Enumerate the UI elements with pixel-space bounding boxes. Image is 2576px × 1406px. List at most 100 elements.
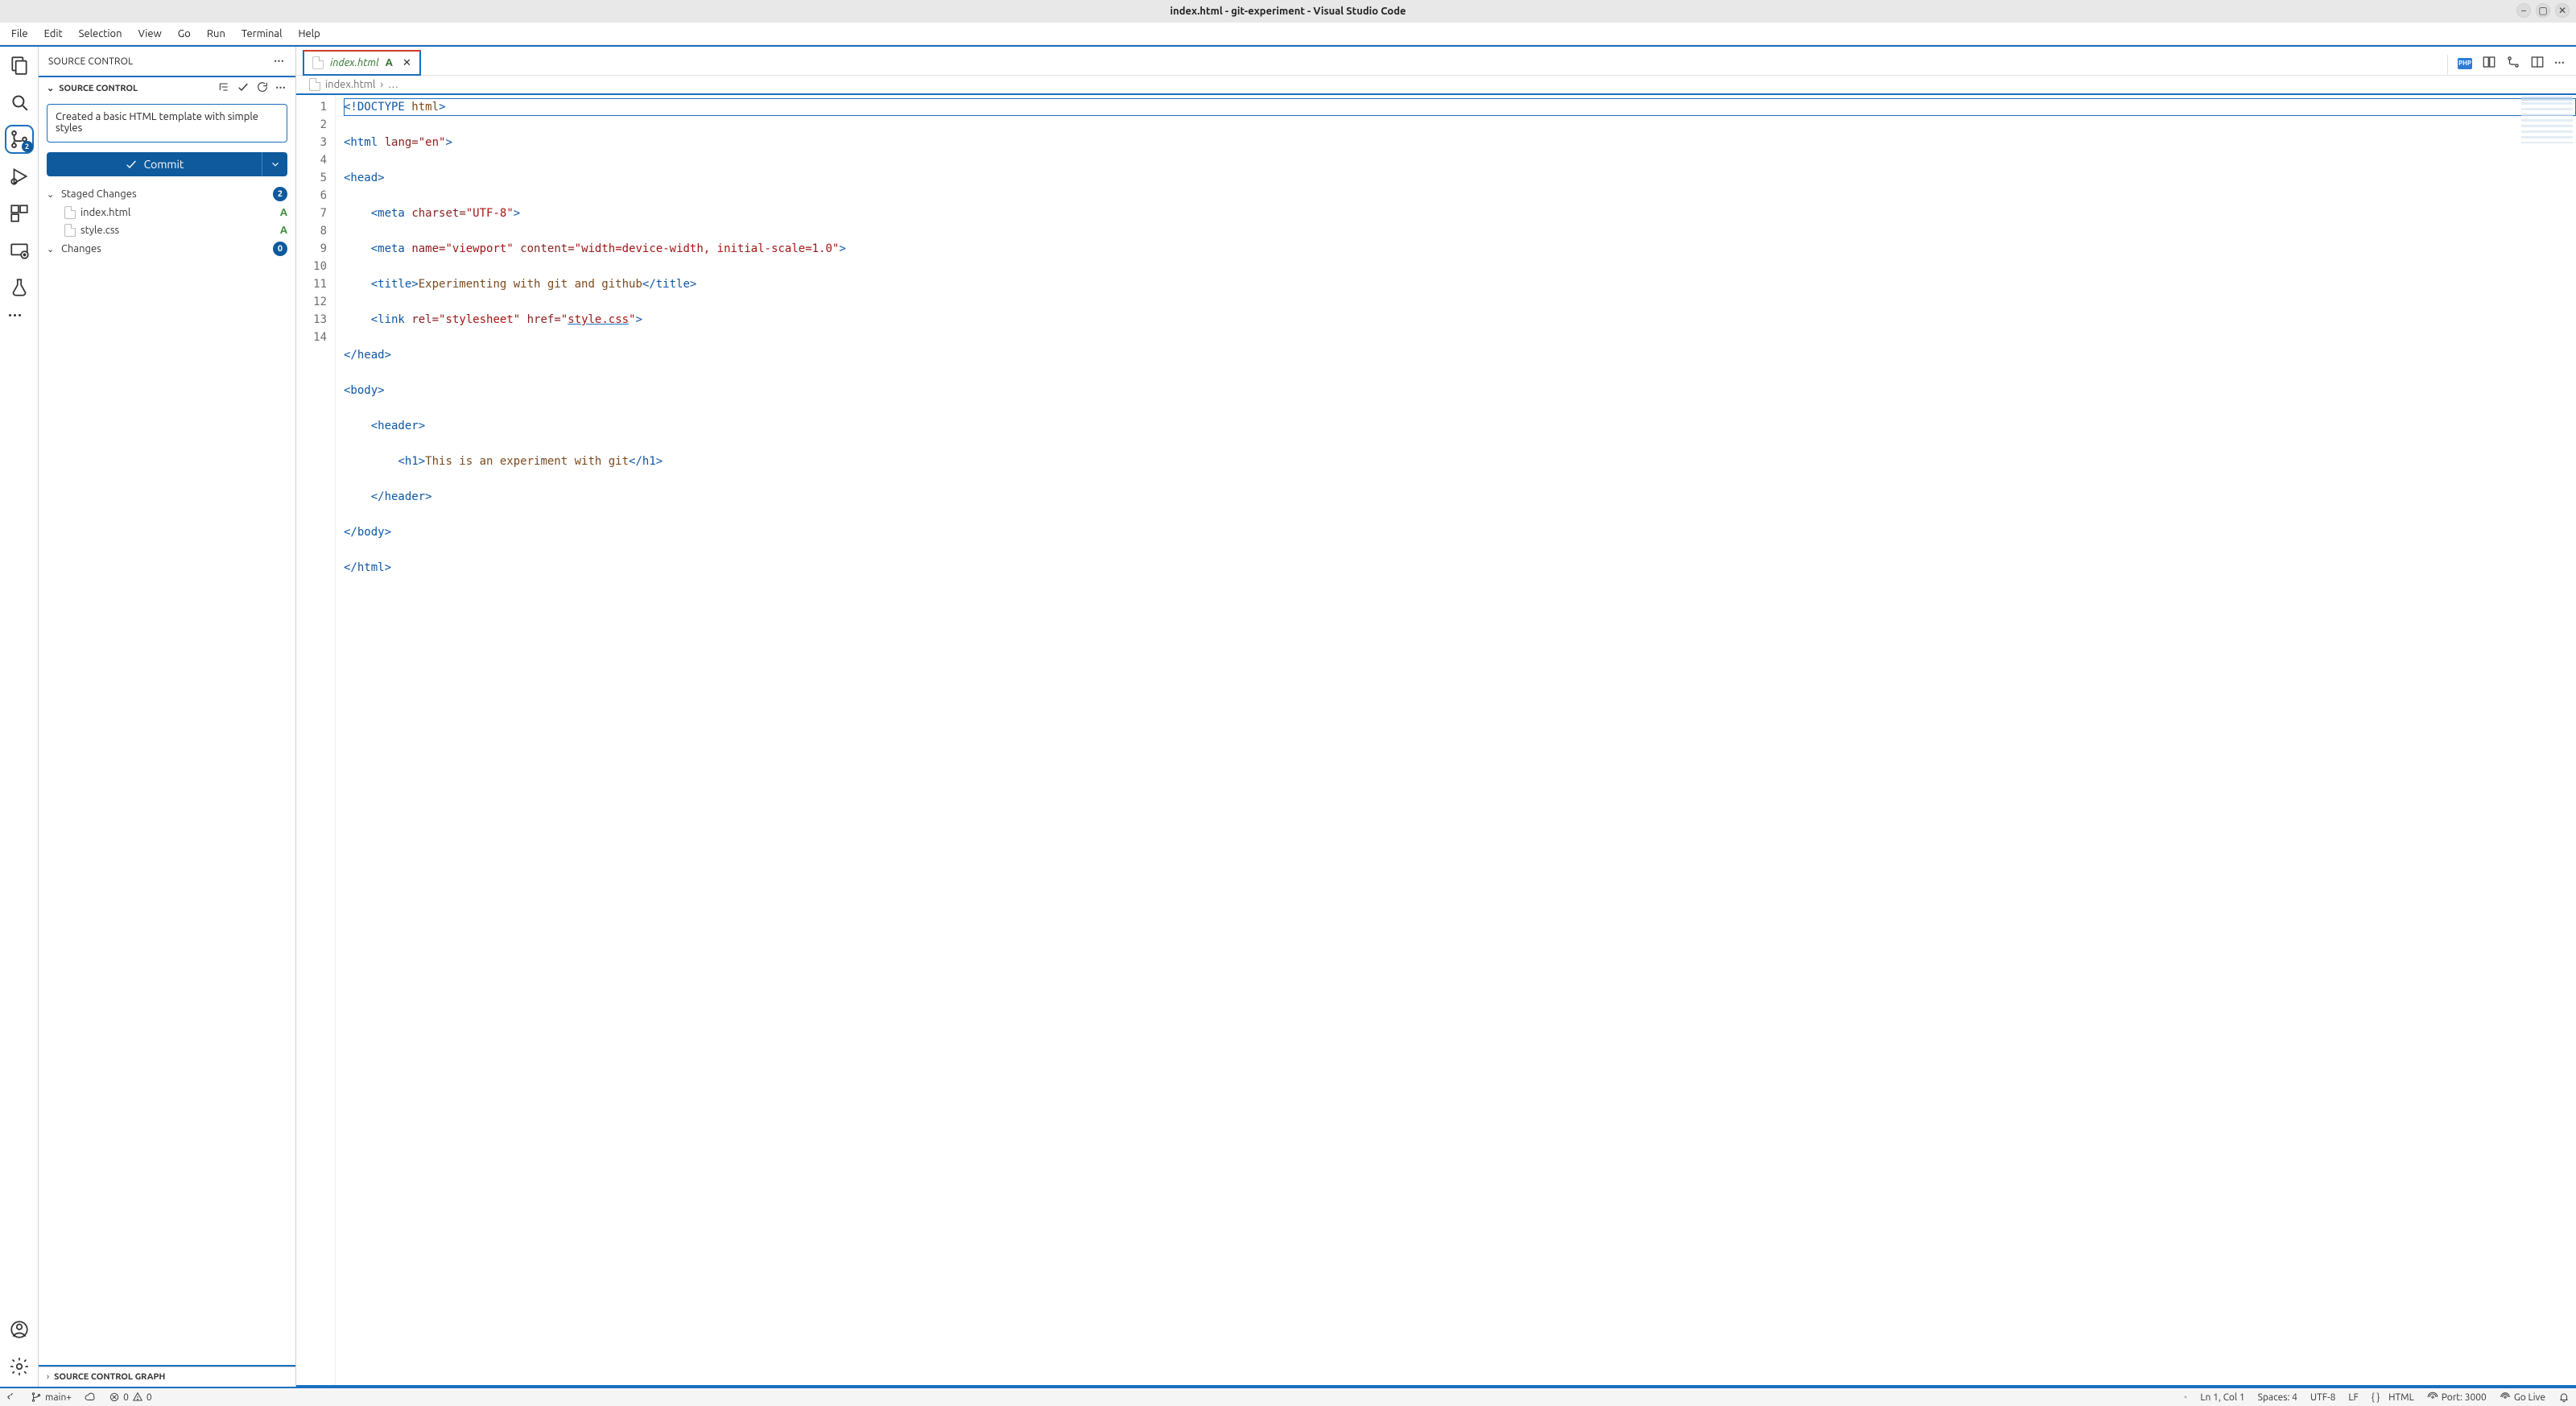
branch-name: main+	[45, 1392, 72, 1403]
open-changes-icon[interactable]	[2482, 55, 2496, 72]
branch-indicator[interactable]: main+	[24, 1392, 78, 1403]
line-number-gutter: 1234567891011121314	[296, 95, 335, 1385]
search-icon[interactable]	[9, 92, 30, 113]
refresh-icon[interactable]	[256, 81, 269, 96]
group-label: Changes	[61, 243, 101, 254]
error-icon	[109, 1392, 120, 1403]
graph-title: SOURCE CONTROL GRAPH	[54, 1372, 165, 1382]
group-staged-changes[interactable]: Staged Changes 2	[39, 184, 295, 204]
window-controls: – ▢ ✕	[2516, 3, 2570, 18]
menu-edit[interactable]: Edit	[38, 27, 69, 41]
commit-check-icon[interactable]	[237, 81, 250, 96]
menu-go[interactable]: Go	[171, 27, 197, 41]
view-as-tree-icon[interactable]	[217, 81, 230, 96]
menu-help[interactable]: Help	[291, 27, 326, 41]
panel-header: SOURCE CONTROL ⋯	[39, 47, 295, 76]
errors-count: 0	[123, 1392, 129, 1403]
notifications-icon[interactable]	[2552, 1389, 2576, 1405]
sync-indicator[interactable]	[78, 1392, 102, 1403]
run-debug-icon[interactable]	[9, 166, 30, 187]
extensions-icon[interactable]	[9, 203, 30, 224]
explorer-icon[interactable]	[9, 55, 30, 76]
tab-close-icon[interactable]: ✕	[402, 57, 411, 69]
chevron-down-icon	[47, 189, 56, 200]
breadcrumb-file: index.html	[325, 79, 375, 90]
compare-icon[interactable]	[2506, 55, 2520, 72]
menu-terminal[interactable]: Terminal	[235, 27, 289, 41]
editor-more-icon[interactable]: ⋯	[2554, 57, 2566, 69]
file-name: style.css	[80, 225, 119, 236]
chevron-down-icon	[270, 159, 281, 170]
group-label: Staged Changes	[61, 188, 137, 200]
panel-more-icon[interactable]: ⋯	[274, 56, 286, 68]
more-activity-icon[interactable]	[9, 314, 30, 322]
side-panel: SOURCE CONTROL ⋯ SOURCE CONTROL ⋯ Create…	[39, 47, 296, 1387]
php-debug-icon[interactable]: PHP	[2458, 58, 2472, 69]
scm-badge: 2	[22, 141, 33, 152]
go-live-button[interactable]: Go Live	[2493, 1389, 2552, 1405]
workbench: 2 SOURCE CONTROL ⋯	[0, 45, 2576, 1387]
accounts-icon[interactable]	[9, 1319, 30, 1340]
tab-index-html[interactable]: index.html A ✕	[303, 50, 421, 76]
editor-actions: PHP ⋯	[2447, 55, 2576, 75]
eol[interactable]: LF	[2342, 1389, 2364, 1405]
commit-button[interactable]: Commit	[47, 152, 262, 176]
panel-title: SOURCE CONTROL	[48, 56, 134, 67]
file-status: A	[280, 207, 287, 218]
file-name: index.html	[80, 207, 130, 218]
file-icon	[312, 56, 324, 69]
split-editor-icon[interactable]	[2530, 55, 2545, 72]
source-control-icon[interactable]: 2	[9, 129, 30, 150]
testing-icon[interactable]	[9, 277, 30, 298]
breadcrumb[interactable]: index.html › …	[296, 76, 2576, 95]
problems-indicator[interactable]: 0 0	[102, 1392, 159, 1403]
commit-dropdown-button[interactable]	[262, 152, 287, 176]
settings-gear-icon[interactable]	[9, 1356, 30, 1377]
file-row[interactable]: style.css A	[39, 221, 295, 239]
indentation[interactable]: Spaces: 4	[2252, 1389, 2304, 1405]
close-button[interactable]: ✕	[2555, 3, 2570, 18]
menu-run[interactable]: Run	[200, 27, 232, 41]
chevron-right-icon	[47, 1372, 49, 1382]
code-area[interactable]: 1234567891011121314 <!DOCTYPE html> <htm…	[296, 95, 2576, 1387]
remote-explorer-icon[interactable]	[9, 240, 30, 261]
code-content[interactable]: <!DOCTYPE html> <html lang="en"> <head> …	[335, 95, 2576, 1385]
scm-section-header[interactable]: SOURCE CONTROL ⋯	[39, 77, 295, 99]
cursor-position[interactable]: Ln 1, Col 1	[2194, 1389, 2251, 1405]
check-icon	[125, 158, 138, 171]
go-live-label: Go Live	[2514, 1392, 2545, 1403]
scm-tree: Staged Changes 2 index.html A style.css …	[39, 181, 295, 262]
section-more-icon[interactable]: ⋯	[275, 82, 287, 94]
group-count-badge: 0	[273, 242, 287, 256]
port-indicator[interactable]: Port: 3000	[2421, 1389, 2493, 1405]
remote-indicator[interactable]	[0, 1392, 24, 1403]
encoding[interactable]: UTF-8	[2304, 1389, 2342, 1405]
warnings-count: 0	[147, 1392, 152, 1403]
minimize-button[interactable]: –	[2516, 3, 2531, 18]
file-status: A	[280, 225, 287, 236]
titlebar: index.html - git-experiment - Visual Stu…	[0, 0, 2576, 23]
breadcrumb-rest: …	[388, 79, 398, 90]
chevron-down-icon	[47, 244, 56, 254]
magnifier-plus-icon	[2184, 1392, 2187, 1403]
menu-view[interactable]: View	[132, 27, 168, 41]
language-mode[interactable]: { } HTML	[2365, 1389, 2421, 1405]
file-row[interactable]: index.html A	[39, 204, 295, 221]
group-count-badge: 2	[273, 187, 287, 201]
group-changes[interactable]: Changes 0	[39, 239, 295, 258]
commit-button-label: Commit	[144, 158, 184, 171]
commit-message-input[interactable]: Created a basic HTML template with simpl…	[47, 104, 287, 143]
file-icon	[64, 224, 76, 237]
minimap[interactable]	[2521, 97, 2573, 143]
menu-file[interactable]: File	[5, 27, 35, 41]
menu-selection[interactable]: Selection	[72, 27, 129, 41]
commit-button-row: Commit	[47, 152, 287, 176]
warning-icon	[132, 1392, 143, 1403]
scm-graph-header[interactable]: SOURCE CONTROL GRAPH	[39, 1367, 295, 1387]
file-icon	[309, 78, 320, 91]
maximize-button[interactable]: ▢	[2536, 3, 2550, 18]
tab-strip: index.html A ✕ PHP ⋯	[296, 47, 2576, 76]
file-icon	[64, 206, 76, 219]
zoom-indicator[interactable]	[2178, 1389, 2194, 1405]
branch-icon	[31, 1392, 42, 1403]
